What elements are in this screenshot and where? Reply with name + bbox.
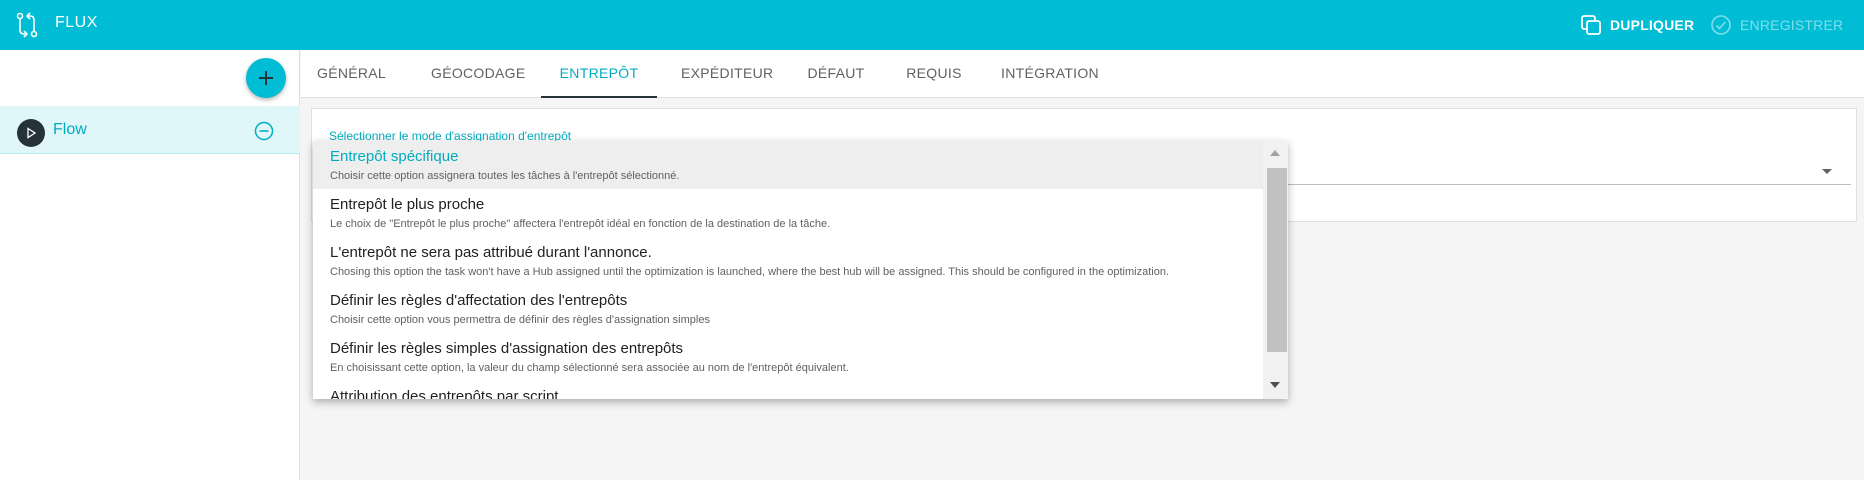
option-simple-rules[interactable]: Définir les règles simples d'assignation… <box>313 333 1263 381</box>
top-app-bar: FLUX DUPLIQUER ENREGISTRER <box>0 0 1864 50</box>
option-description: En choisissant cette option, la valeur d… <box>330 362 849 374</box>
save-label: ENREGISTRER <box>1740 17 1844 33</box>
chevron-down-icon[interactable] <box>1822 169 1832 174</box>
option-description: Choisir cette option assignera toutes le… <box>330 170 680 182</box>
tab-required[interactable]: REQUIS <box>901 50 967 98</box>
minus-circle-icon[interactable] <box>254 121 274 141</box>
tab-default[interactable]: DÉFAUT <box>803 50 869 98</box>
option-nearest-warehouse[interactable]: Entrepôt le plus proche Le choix de "Ent… <box>313 189 1263 237</box>
option-title: Entrepôt spécifique <box>330 148 459 165</box>
tab-geocoding[interactable]: GÉOCODAGE <box>431 50 525 98</box>
option-title: L'entrepôt ne sera pas attribué durant l… <box>330 244 652 261</box>
option-title: Attribution des entrepôts par script <box>330 388 559 399</box>
tab-bar: GÉNÉRAL GÉOCODAGE ENTREPÔT EXPÉDITEUR DÉ… <box>301 50 1864 98</box>
option-specific-warehouse[interactable]: Entrepôt spécifique Choisir cette option… <box>313 141 1263 189</box>
scroll-up-icon[interactable] <box>1270 150 1280 156</box>
save-button[interactable]: ENREGISTRER <box>1710 14 1843 36</box>
copy-icon <box>1581 15 1601 35</box>
option-assignment-rules[interactable]: Définir les règles d'affectation des l'e… <box>313 285 1263 333</box>
option-title: Définir les règles d'affectation des l'e… <box>330 292 628 309</box>
tab-integration[interactable]: INTÉGRATION <box>999 50 1101 98</box>
tab-general[interactable]: GÉNÉRAL <box>317 50 386 98</box>
duplicate-label: DUPLIQUER <box>1610 17 1695 33</box>
warehouse-mode-dropdown: Entrepôt spécifique Choisir cette option… <box>313 141 1288 399</box>
sidebar: Flow <box>0 50 300 480</box>
plus-icon <box>259 71 273 85</box>
tab-warehouse[interactable]: ENTREPÔT <box>541 50 657 98</box>
option-description: Choisir cette option vous permettra de d… <box>330 314 710 326</box>
add-flow-button[interactable] <box>246 58 286 98</box>
duplicate-button[interactable]: DUPLIQUER <box>1580 14 1694 36</box>
play-icon[interactable] <box>17 119 45 147</box>
scrollbar-thumb[interactable] <box>1267 168 1287 352</box>
option-description: Le choix de "Entrepôt le plus proche" af… <box>330 218 831 230</box>
option-script-assignment[interactable]: Attribution des entrepôts par script <box>313 381 1263 399</box>
option-title: Entrepôt le plus proche <box>330 196 485 213</box>
check-circle-icon <box>1711 15 1731 35</box>
option-not-assigned[interactable]: L'entrepôt ne sera pas attribué durant l… <box>313 237 1263 285</box>
scroll-down-icon[interactable] <box>1270 382 1280 388</box>
option-description: Chosing this option the task won't have … <box>330 266 1170 278</box>
flow-arrows-icon <box>16 12 38 38</box>
sidebar-item-label: Flow <box>53 121 87 138</box>
sidebar-item-flow[interactable]: Flow <box>0 106 300 154</box>
app-title: FLUX <box>55 14 98 31</box>
option-title: Définir les règles simples d'assignation… <box>330 340 684 357</box>
tab-sender[interactable]: EXPÉDITEUR <box>681 50 773 98</box>
